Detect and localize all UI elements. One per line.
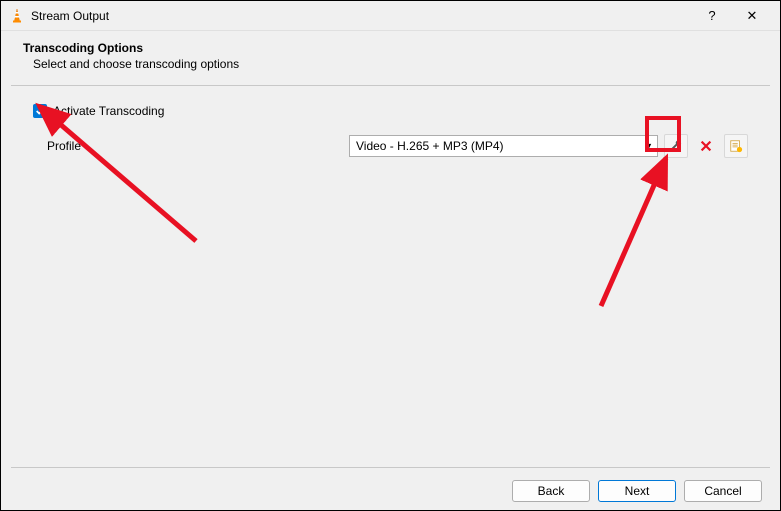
next-button[interactable]: Next bbox=[598, 480, 676, 502]
profile-dropdown[interactable]: Video - H.265 + MP3 (MP4) ▼ bbox=[349, 135, 658, 157]
edit-profile-button[interactable] bbox=[664, 134, 688, 158]
delete-profile-button[interactable] bbox=[694, 134, 718, 158]
activate-transcoding-checkbox[interactable] bbox=[33, 104, 47, 118]
annotation-arrow-wrench bbox=[571, 146, 711, 316]
back-button[interactable]: Back bbox=[512, 480, 590, 502]
profile-dropdown-value: Video - H.265 + MP3 (MP4) bbox=[356, 139, 504, 153]
content-area: Transcoding Options Select and choose tr… bbox=[1, 31, 780, 510]
vlc-cone-icon bbox=[9, 8, 25, 24]
activate-transcoding-label: Activate Transcoding bbox=[53, 104, 164, 118]
x-icon bbox=[699, 139, 713, 153]
profile-label: Profile bbox=[33, 139, 343, 153]
chevron-down-icon: ▼ bbox=[644, 141, 653, 151]
footer-buttons: Back Next Cancel bbox=[11, 467, 770, 502]
close-button[interactable]: ✕ bbox=[732, 2, 772, 30]
new-profile-button[interactable] bbox=[724, 134, 748, 158]
wrench-icon bbox=[669, 139, 683, 153]
cancel-button[interactable]: Cancel bbox=[684, 480, 762, 502]
main-panel: Activate Transcoding Profile Video - H.2… bbox=[11, 86, 770, 467]
activate-transcoding-row: Activate Transcoding bbox=[33, 104, 748, 118]
new-profile-icon bbox=[729, 139, 743, 153]
window-title: Stream Output bbox=[31, 9, 692, 23]
titlebar: Stream Output ? ✕ bbox=[1, 1, 780, 31]
page-header: Transcoding Options Select and choose tr… bbox=[11, 31, 770, 86]
page-title: Transcoding Options bbox=[23, 41, 758, 55]
help-button[interactable]: ? bbox=[692, 2, 732, 30]
page-subtitle: Select and choose transcoding options bbox=[23, 57, 758, 71]
profile-row: Profile Video - H.265 + MP3 (MP4) ▼ bbox=[33, 134, 748, 158]
annotation-arrow-checkbox bbox=[21, 96, 221, 256]
